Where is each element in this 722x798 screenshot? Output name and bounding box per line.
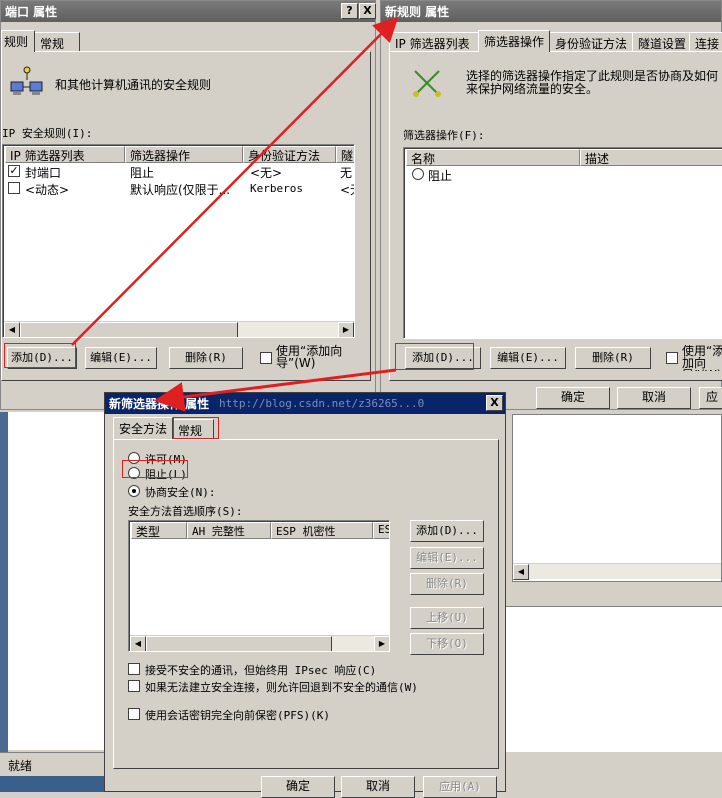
tab-security-methods[interactable]: 安全方法 [113,417,173,439]
arrow-to-new-rule [71,16,399,346]
tab-rules[interactable]: 规则 [1,30,35,52]
tab-filter-action[interactable]: 筛选器操作 [478,30,550,52]
annotation-arrows [71,16,399,412]
arrow-to-new-filter-action [154,368,397,412]
